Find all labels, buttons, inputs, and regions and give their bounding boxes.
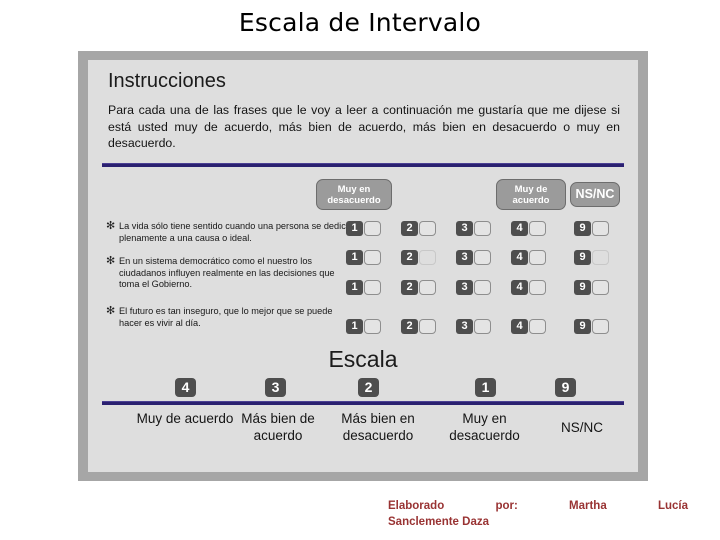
answer-option[interactable]: 2 <box>401 280 436 295</box>
answer-option[interactable]: 3 <box>456 250 491 265</box>
scale-label-muy-de-acuerdo: Muy de acuerdo <box>136 411 234 426</box>
option-checkbox[interactable] <box>474 319 491 334</box>
option-checkbox[interactable] <box>474 280 491 295</box>
option-checkbox[interactable] <box>364 250 381 265</box>
option-number: 3 <box>456 319 473 334</box>
instructions-heading: Instrucciones <box>108 70 226 92</box>
option-checkbox[interactable] <box>474 250 491 265</box>
scale-number-2: 2 <box>358 378 379 397</box>
option-checkbox[interactable] <box>419 250 436 265</box>
option-number: 9 <box>574 280 591 295</box>
option-number: 3 <box>456 221 473 236</box>
option-number: 3 <box>456 250 473 265</box>
answer-option[interactable]: 1 <box>346 250 381 265</box>
option-number: 9 <box>574 250 591 265</box>
statement-item: ✻ La vida sólo tiene sentido cuando una … <box>106 220 356 244</box>
scale-label-mas-bien-en-desacuerdo: Más bien en desacuerdo <box>341 411 415 443</box>
scale-label-ns-nc: NS/NC <box>560 420 603 435</box>
option-number: 9 <box>574 319 591 334</box>
scale-label-muy-en-desacuerdo: Muy en desacuerdo <box>449 411 520 443</box>
footer-credit-line2: Sanclemente Daza <box>388 516 489 528</box>
option-checkbox[interactable] <box>529 221 546 236</box>
option-checkbox[interactable] <box>364 280 381 295</box>
option-number: 4 <box>511 319 528 334</box>
option-checkbox[interactable] <box>529 280 546 295</box>
option-checkbox[interactable] <box>529 319 546 334</box>
scale-number-3: 3 <box>265 378 286 397</box>
option-number: 1 <box>346 319 363 334</box>
figure-frame: Instrucciones Para cada una de las frase… <box>78 51 648 481</box>
option-checkbox[interactable] <box>419 221 436 236</box>
option-number: 4 <box>511 221 528 236</box>
anchor-badge-muy-de-acuerdo: Muy de acuerdo <box>496 179 566 210</box>
option-checkbox[interactable] <box>592 221 609 236</box>
questionnaire-panel: Instrucciones Para cada una de las frase… <box>88 60 638 472</box>
option-checkbox[interactable] <box>419 280 436 295</box>
answer-option[interactable]: 2 <box>401 250 436 265</box>
asterisk-bullet-icon: ✻ <box>106 255 116 267</box>
statement-item: ✻ El futuro es tan inseguro, que lo mejo… <box>106 305 356 329</box>
option-number: 2 <box>401 280 418 295</box>
answer-option[interactable]: 3 <box>456 280 491 295</box>
option-number: 2 <box>401 319 418 334</box>
option-number: 2 <box>401 250 418 265</box>
statement-item: ✻ En un sistema democrático como el nues… <box>106 255 356 291</box>
option-checkbox[interactable] <box>592 319 609 334</box>
asterisk-bullet-icon: ✻ <box>106 305 116 317</box>
option-checkbox[interactable] <box>364 221 381 236</box>
answer-option[interactable]: 4 <box>511 319 546 334</box>
answer-option[interactable]: 9 <box>574 280 609 295</box>
option-checkbox[interactable] <box>474 221 491 236</box>
scale-heading: Escala <box>328 346 398 372</box>
option-number: 2 <box>401 221 418 236</box>
option-number: 9 <box>574 221 591 236</box>
anchor-badge-ns-nc: NS/NC <box>570 182 620 207</box>
answer-option[interactable]: 9 <box>574 250 609 265</box>
option-checkbox[interactable] <box>529 250 546 265</box>
option-checkbox[interactable] <box>592 280 609 295</box>
option-number: 1 <box>346 221 363 236</box>
option-checkbox[interactable] <box>419 319 436 334</box>
divider-bottom <box>102 401 624 405</box>
scale-number-9: 9 <box>555 378 576 397</box>
answer-option[interactable]: 4 <box>511 221 546 236</box>
option-number: 1 <box>346 250 363 265</box>
answer-option[interactable]: 3 <box>456 221 491 236</box>
answer-option[interactable]: 1 <box>346 221 381 236</box>
answer-option[interactable]: 9 <box>574 319 609 334</box>
instructions-body: Para cada una de las frases que le voy a… <box>108 103 620 150</box>
answer-option[interactable]: 1 <box>346 319 381 334</box>
answer-option[interactable]: 1 <box>346 280 381 295</box>
divider-top <box>102 163 624 167</box>
footer-credit-line1: Elaborado por: Martha Lucía <box>388 500 688 512</box>
option-number: 3 <box>456 280 473 295</box>
anchor-badge-muy-en-desacuerdo: Muy en desacuerdo <box>316 179 392 210</box>
option-checkbox[interactable] <box>364 319 381 334</box>
footer-credit: Elaborado por: Martha Lucía Sanclemente … <box>388 498 688 530</box>
scale-number-1: 1 <box>475 378 496 397</box>
asterisk-bullet-icon: ✻ <box>106 220 116 232</box>
statement-text: En un sistema democrático como el nuestr… <box>119 256 335 290</box>
statement-text: El futuro es tan inseguro, que lo mejor … <box>119 306 333 328</box>
answer-option[interactable]: 9 <box>574 221 609 236</box>
scale-number-4: 4 <box>175 378 196 397</box>
answer-option[interactable]: 4 <box>511 250 546 265</box>
answer-option[interactable]: 2 <box>401 319 436 334</box>
answer-option[interactable]: 3 <box>456 319 491 334</box>
answer-option[interactable]: 4 <box>511 280 546 295</box>
statement-text: La vida sólo tiene sentido cuando una pe… <box>119 221 351 243</box>
page-title: Escala de Intervalo <box>238 8 482 37</box>
option-number: 4 <box>511 280 528 295</box>
option-number: 4 <box>511 250 528 265</box>
option-checkbox[interactable] <box>592 250 609 265</box>
option-number: 1 <box>346 280 363 295</box>
answer-option[interactable]: 2 <box>401 221 436 236</box>
scale-label-mas-bien-de-acuerdo: Más bien de acuerdo <box>241 411 315 443</box>
